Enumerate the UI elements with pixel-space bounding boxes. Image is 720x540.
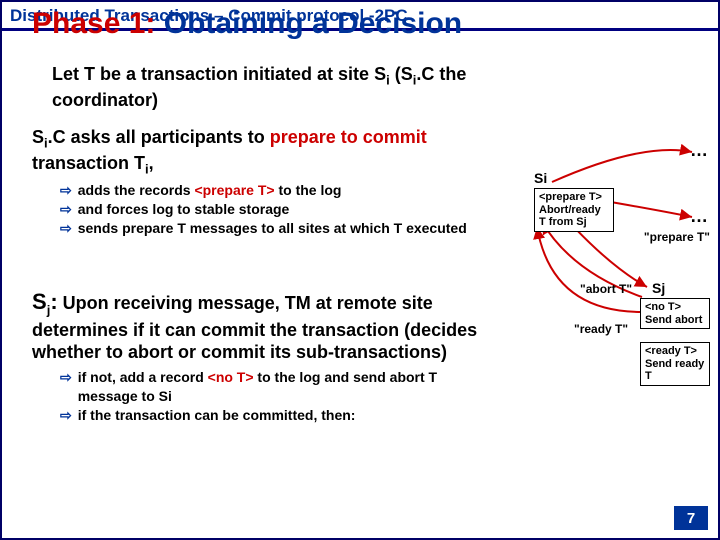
let-mid: (S [390, 64, 413, 84]
slide-title: Phase 1: Obtaining a Decision [2, 7, 718, 47]
bullet-2-2-text: if the transaction can be committed, the… [78, 406, 356, 425]
bullet-arrow-icon: ⇨ [60, 181, 72, 200]
bullet-1-1: ⇨ adds the records <prepare T> to the lo… [60, 181, 500, 200]
sic-post: .C [48, 127, 66, 147]
bullet-2-1: ⇨ if not, add a record <no T> to the log… [60, 368, 500, 406]
diagram-dots-1: … [690, 140, 708, 161]
b21c: abort T [390, 369, 437, 385]
b21a: if not, add a record [78, 369, 208, 385]
diagram-abort-label: "abort T" [580, 282, 632, 296]
sj-post: : [50, 289, 57, 314]
diagram-no-box: <no T> Send abort [640, 298, 710, 329]
sic-pre: S [32, 127, 44, 147]
sj-body: Upon receiving message, TM at remote sit… [32, 293, 477, 362]
b11b: to the log [275, 182, 342, 198]
diagram-ready-box: <ready T> Send ready T [640, 342, 710, 386]
bullet-arrow-icon: ⇨ [60, 406, 72, 425]
diagram-si-box: <prepare T> Abort/ready T from Sj [534, 188, 614, 232]
para-sic: Si.C asks all participants to prepare to… [32, 126, 502, 178]
title-phase: Phase 1: [32, 7, 155, 40]
bullet-2-1-text: if not, add a record <no T> to the log a… [78, 368, 500, 406]
p1-red: prepare to commit [270, 127, 427, 147]
diagram-prepare-label: "prepare T" [644, 230, 710, 244]
bullet-2-2: ⇨ if the transaction can be committed, t… [60, 406, 500, 425]
slide: Distributed Transactions – Commit protoc… [0, 0, 720, 540]
bullet-arrow-icon: ⇨ [60, 200, 72, 219]
diagram-si-label: Si [534, 170, 547, 186]
b21d: message to S [78, 388, 168, 404]
p1-t1: asks all participants to [66, 127, 270, 147]
diagram-sj-label: Sj [652, 280, 665, 296]
diagram: Si <prepare T> Abort/ready T from Sj … …… [492, 112, 712, 432]
bullets-2: ⇨ if not, add a record <no T> to the log… [60, 368, 500, 425]
let-line: Let T be a transaction initiated at site… [52, 63, 512, 111]
bullet-1-2-text: and forces log to stable storage [78, 200, 290, 219]
b21sub: i [168, 388, 172, 404]
b21b: to the log and send [254, 369, 390, 385]
p1-t2: transaction T [32, 153, 145, 173]
bullet-1-1-text: adds the records <prepare T> to the log [78, 181, 342, 200]
p1-t3: , [149, 153, 154, 173]
let-pre: Let T be a transaction initiated at site… [52, 64, 386, 84]
bullet-arrow-icon: ⇨ [60, 219, 72, 238]
bullet-1-3: ⇨ sends prepare T messages to all sites … [60, 219, 500, 238]
sj-pre: S [32, 289, 47, 314]
bullet-1-2: ⇨ and forces log to stable storage [60, 200, 500, 219]
bullet-1-3-text: sends prepare T messages to all sites at… [78, 219, 467, 238]
b21red: <no T> [208, 369, 254, 385]
page-number: 7 [674, 506, 708, 530]
b11a: adds the records [78, 182, 195, 198]
diagram-ready-label: "ready T" [574, 322, 628, 336]
para-sj: Sj: Upon receiving message, TM at remote… [32, 288, 532, 364]
bullet-arrow-icon: ⇨ [60, 368, 72, 406]
diagram-dots-2: … [690, 206, 708, 227]
sj-lead: Sj: [32, 289, 58, 314]
bullets-1: ⇨ adds the records <prepare T> to the lo… [60, 181, 500, 238]
b11red: <prepare T> [194, 182, 274, 198]
title-rest: Obtaining a Decision [155, 7, 462, 40]
